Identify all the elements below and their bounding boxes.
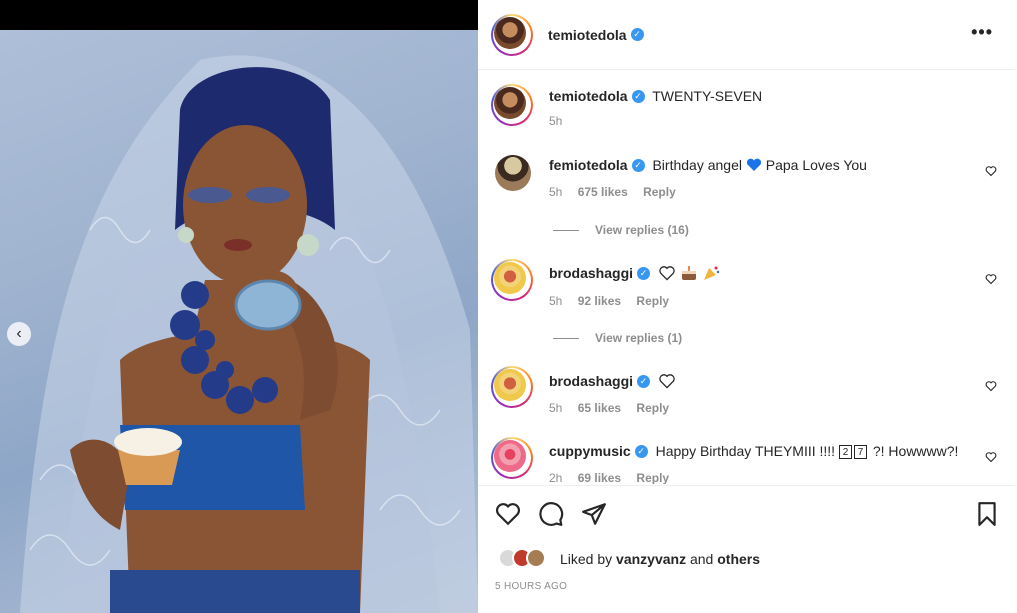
comment-time: 5h [549,401,563,415]
like-heart-icon[interactable] [495,501,521,527]
comment-row: cuppymusic ✓ Happy Birthday THEYMIII !!!!… [478,433,1015,484]
comment-text: Happy Birthday THEYMIII !!!! [655,443,836,459]
liked-by-joiner: and [689,551,714,567]
liked-by-prefix: Liked by [560,551,613,567]
verified-icon: ✓ [634,444,648,458]
verified-icon: ✓ [631,158,645,172]
more-options-icon[interactable]: ••• [971,22,993,43]
view-replies-button[interactable]: View replies (1) [553,331,682,345]
white-heart-icon [658,265,676,284]
comment-username[interactable]: brodashaggi [549,373,633,389]
post-timestamp: 5 HOURS AGO [495,581,568,592]
comment-username[interactable]: brodashaggi [549,265,633,281]
blue-heart-icon [746,158,762,175]
comment-text-after: ?! Howwww?! [872,443,959,459]
comment-text: Birthday angel [652,157,742,173]
caption-username[interactable]: temiotedola [549,88,628,104]
author-username[interactable]: temiotedola [548,27,627,43]
keycap-2-icon: 2 [838,445,852,460]
comment-icon[interactable] [538,501,564,527]
comment-text-after: Papa Loves You [765,157,867,173]
comment-avatar[interactable] [491,366,533,408]
save-bookmark-icon[interactable] [974,501,1000,527]
comment-time: 5h [549,185,563,199]
comment-avatar[interactable] [491,259,533,301]
comment-row: femiotedola ✓ Birthday angel Papa Loves Y… [478,146,1015,256]
post-header: temiotedola ✓ ••• [478,0,1015,70]
verified-icon: ✓ [631,89,645,103]
liker-avatar [526,548,546,568]
comment-likes[interactable]: 65 likes [578,401,621,415]
caption-time: 5h [549,114,563,128]
comment-row: brodashaggi ✓ 5h 92 likes Reply View repl… [478,256,1015,366]
party-popper-icon [702,265,720,284]
like-comment-icon[interactable] [985,273,997,285]
view-replies-button[interactable]: View replies (16) [553,223,689,237]
caption-row: temiotedola ✓ TWENTY-SEVEN 5h [478,71,1015,141]
comment-row: brodashaggi ✓ 5h 65 likes Reply [478,366,1015,436]
reply-button[interactable]: Reply [636,401,669,415]
verified-icon: ✓ [630,28,644,42]
comment-likes[interactable]: 69 likes [578,471,621,484]
comment-avatar[interactable] [491,437,533,479]
caption-text: TWENTY-SEVEN [652,88,763,104]
liked-by-others[interactable]: others [717,551,760,567]
white-heart-icon [658,373,676,392]
previous-slide-button[interactable]: ‹ [7,322,31,346]
post-photo[interactable] [0,30,478,613]
reply-button[interactable]: Reply [636,471,669,484]
media-top-bar [0,0,478,30]
keycap-7-icon: 7 [853,445,867,460]
author-avatar[interactable] [491,14,533,56]
comment-username[interactable]: cuppymusic [549,443,631,459]
reply-button[interactable]: Reply [643,185,676,199]
cake-icon [680,265,698,284]
comment-avatar[interactable] [495,155,531,191]
comment-username[interactable]: femiotedola [549,157,628,173]
verified-icon: ✓ [637,375,651,388]
comment-time: 2h [549,471,563,484]
share-icon[interactable] [581,501,607,527]
photo-illustration [20,55,478,613]
reply-button[interactable]: Reply [636,294,669,308]
like-comment-icon[interactable] [985,451,997,463]
comment-likes[interactable]: 675 likes [578,185,628,199]
comment-time: 5h [549,294,563,308]
like-comment-icon[interactable] [985,165,997,177]
like-comment-icon[interactable] [985,380,997,392]
comments-list: temiotedola ✓ TWENTY-SEVEN 5h femiotedola… [478,71,1015,484]
liked-by-user[interactable]: vanzyvanz [616,551,686,567]
post-side-panel: temiotedola ✓ ••• temiotedola ✓ TWENTY-SEV… [478,0,1017,613]
post-media: ‹ [0,0,478,613]
post-actions: Liked by vanzyvanz and others 5 HOURS AG… [478,485,1015,613]
verified-icon: ✓ [637,267,651,280]
caption-avatar[interactable] [491,84,533,126]
comment-likes[interactable]: 92 likes [578,294,621,308]
